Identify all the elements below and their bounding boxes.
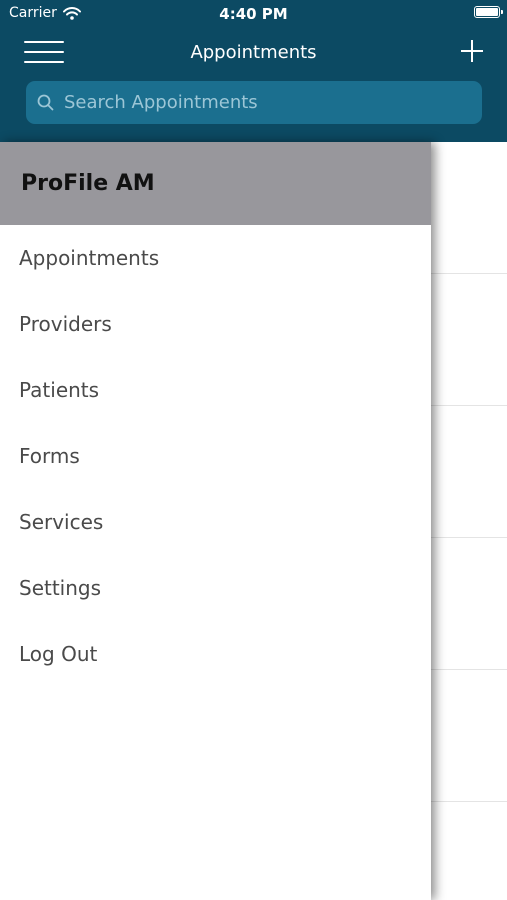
battery-icon: [474, 6, 503, 18]
drawer-header: ProFile AM: [0, 142, 431, 225]
search-icon: [37, 94, 54, 110]
side-drawer: ProFile AM Appointments Providers Patien…: [0, 142, 431, 900]
list-divider: [431, 537, 507, 538]
page-title: Appointments: [190, 42, 317, 63]
navigation-bar: Appointments: [0, 30, 507, 74]
drawer-item-settings[interactable]: Settings: [0, 555, 431, 621]
drawer-title: ProFile AM: [21, 171, 155, 196]
drawer-item-appointments[interactable]: Appointments: [0, 225, 431, 291]
drawer-item-providers[interactable]: Providers: [0, 291, 431, 357]
drawer-menu: Appointments Providers Patients Forms Se…: [0, 225, 431, 687]
drawer-item-log-out[interactable]: Log Out: [0, 621, 431, 687]
search-bar[interactable]: [26, 81, 482, 124]
list-divider: [431, 669, 507, 670]
list-divider: [431, 405, 507, 406]
drawer-item-forms[interactable]: Forms: [0, 423, 431, 489]
status-bar: Carrier 4:40 PM: [0, 0, 507, 28]
plus-icon[interactable]: [459, 38, 485, 64]
drawer-item-patients[interactable]: Patients: [0, 357, 431, 423]
drawer-item-services[interactable]: Services: [0, 489, 431, 555]
list-divider: [431, 801, 507, 802]
list-divider: [431, 273, 507, 274]
app-header: Carrier 4:40 PM Appointments: [0, 0, 507, 142]
status-time: 4:40 PM: [219, 5, 288, 23]
search-input[interactable]: [62, 91, 466, 114]
